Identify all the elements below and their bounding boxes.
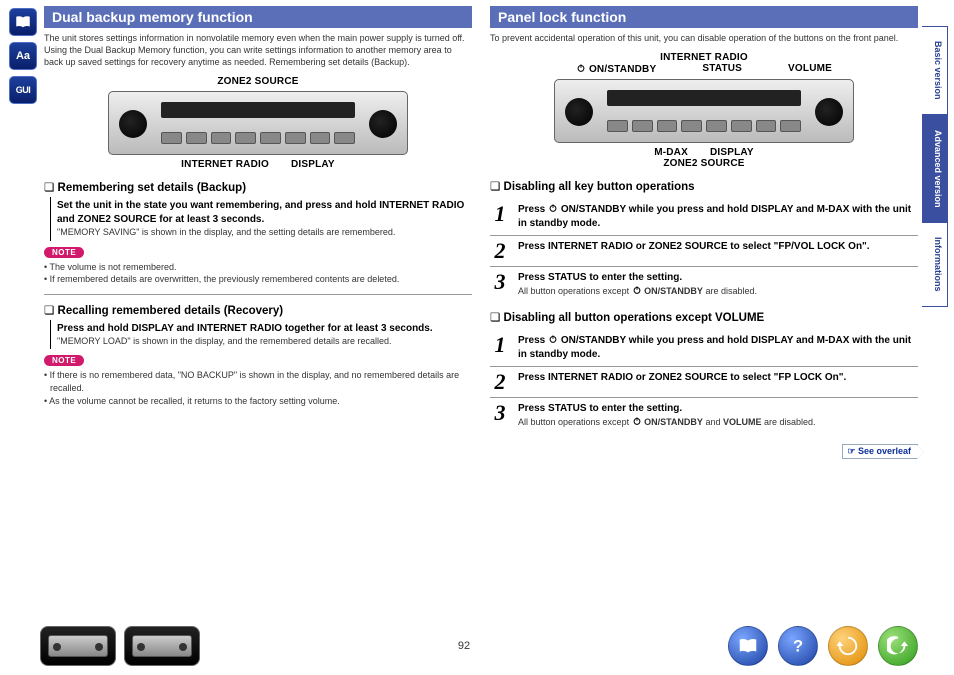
step-1-2: 2 Press INTERNET RADIO or ZONE2 SOURCE t…	[490, 236, 918, 267]
rear-view-thumb[interactable]	[124, 626, 200, 666]
intro-right: To prevent accidental operation of this …	[490, 32, 918, 44]
note1-bullet-1: The volume is not remembered.	[50, 261, 472, 274]
label-internet-radio-r: INTERNET RADIO	[660, 52, 748, 63]
see-overleaf-link[interactable]: See overleaf	[842, 444, 918, 459]
tab-basic-version[interactable]: Basic version	[922, 26, 948, 115]
step-2-1: 1 Press ON/STANDBY while you press and h…	[490, 330, 918, 367]
left-icon-rail: Aa GUI	[6, 6, 40, 669]
note2-bullet-1: If there is no remembered data, "NO BACK…	[50, 369, 472, 394]
right-tab-rail: Basic version Advanced version Informati…	[922, 6, 948, 669]
subheading-disable-all: Disabling all key button operations	[490, 179, 918, 193]
label-zone2-source-r: ZONE2 SOURCE	[663, 158, 744, 169]
svg-text:?: ?	[793, 638, 803, 656]
subheading-backup: Remembering set details (Backup)	[44, 180, 472, 194]
step-2-3: 3 Press STATUS to enter the setting. All…	[490, 398, 918, 434]
steps-group1: 1 Press ON/STANDBY while you press and h…	[490, 199, 918, 302]
device-illustration	[108, 91, 408, 155]
step-1-3: 3 Press STATUS to enter the setting. All…	[490, 267, 918, 303]
note2-bullets: If there is no remembered data, "NO BACK…	[44, 369, 472, 407]
page-number: 92	[458, 640, 470, 652]
note2-bullet-2: As the volume cannot be recalled, it ret…	[50, 395, 472, 408]
note-pill-2: NOTE	[44, 355, 84, 366]
label-internet-radio: INTERNET RADIO	[181, 159, 269, 170]
label-status: STATUS	[702, 63, 742, 75]
diagram-left: ZONE2 SOURCE INTERNET RADIO DISPLAY	[44, 76, 472, 170]
label-mdax: M-DAX	[654, 147, 688, 158]
gui-icon[interactable]: GUI	[9, 76, 37, 104]
prev-page-icon[interactable]	[828, 626, 868, 666]
recovery-sub: "MEMORY LOAD" is shown in the display, a…	[57, 335, 472, 347]
book-icon[interactable]	[9, 8, 37, 36]
column-right: Panel lock function To prevent accidenta…	[490, 6, 918, 669]
note-pill-1: NOTE	[44, 247, 84, 258]
section-title-panel-lock: Panel lock function	[490, 6, 918, 28]
bottom-bar: 92 ?	[40, 623, 918, 669]
aa-icon[interactable]: Aa	[9, 42, 37, 70]
step-1-1: 1 Press ON/STANDBY while you press and h…	[490, 199, 918, 236]
front-view-thumb[interactable]	[40, 626, 116, 666]
column-left: Dual backup memory function The unit sto…	[44, 6, 472, 669]
label-display: DISPLAY	[291, 159, 335, 170]
note1-bullets: The volume is not remembered. If remembe…	[44, 261, 472, 286]
note1-bullet-2: If remembered details are overwritten, t…	[50, 273, 472, 286]
recovery-bold: Press and hold DISPLAY and INTERNET RADI…	[57, 322, 472, 336]
backup-instructions: Set the unit in the state you want remem…	[50, 197, 472, 240]
label-volume: VOLUME	[788, 63, 832, 75]
step-2-2: 2 Press INTERNET RADIO or ZONE2 SOURCE t…	[490, 367, 918, 398]
label-display-r: DISPLAY	[710, 147, 754, 158]
next-page-icon[interactable]	[878, 626, 918, 666]
help-icon[interactable]: ?	[778, 626, 818, 666]
steps-group2: 1 Press ON/STANDBY while you press and h…	[490, 330, 918, 433]
label-on-standby: ON/STANDBY	[576, 63, 656, 75]
contents-icon[interactable]	[728, 626, 768, 666]
tab-informations[interactable]: Informations	[922, 222, 948, 307]
intro-left: The unit stores settings information in …	[44, 32, 472, 68]
tab-advanced-version[interactable]: Advanced version	[922, 115, 948, 223]
subheading-disable-except-vol: Disabling all button operations except V…	[490, 310, 918, 324]
diagram-right: INTERNET RADIO ON/STANDBY STATUS VOLUME …	[490, 52, 918, 169]
backup-sub: "MEMORY SAVING" is shown in the display,…	[57, 226, 472, 238]
device-illustration-r	[554, 79, 854, 143]
subheading-recovery: Recalling remembered details (Recovery)	[44, 303, 472, 317]
recovery-instructions: Press and hold DISPLAY and INTERNET RADI…	[50, 320, 472, 350]
label-zone2-source: ZONE2 SOURCE	[217, 76, 298, 87]
backup-bold: Set the unit in the state you want remem…	[57, 199, 472, 226]
section-title-dual-backup: Dual backup memory function	[44, 6, 472, 28]
